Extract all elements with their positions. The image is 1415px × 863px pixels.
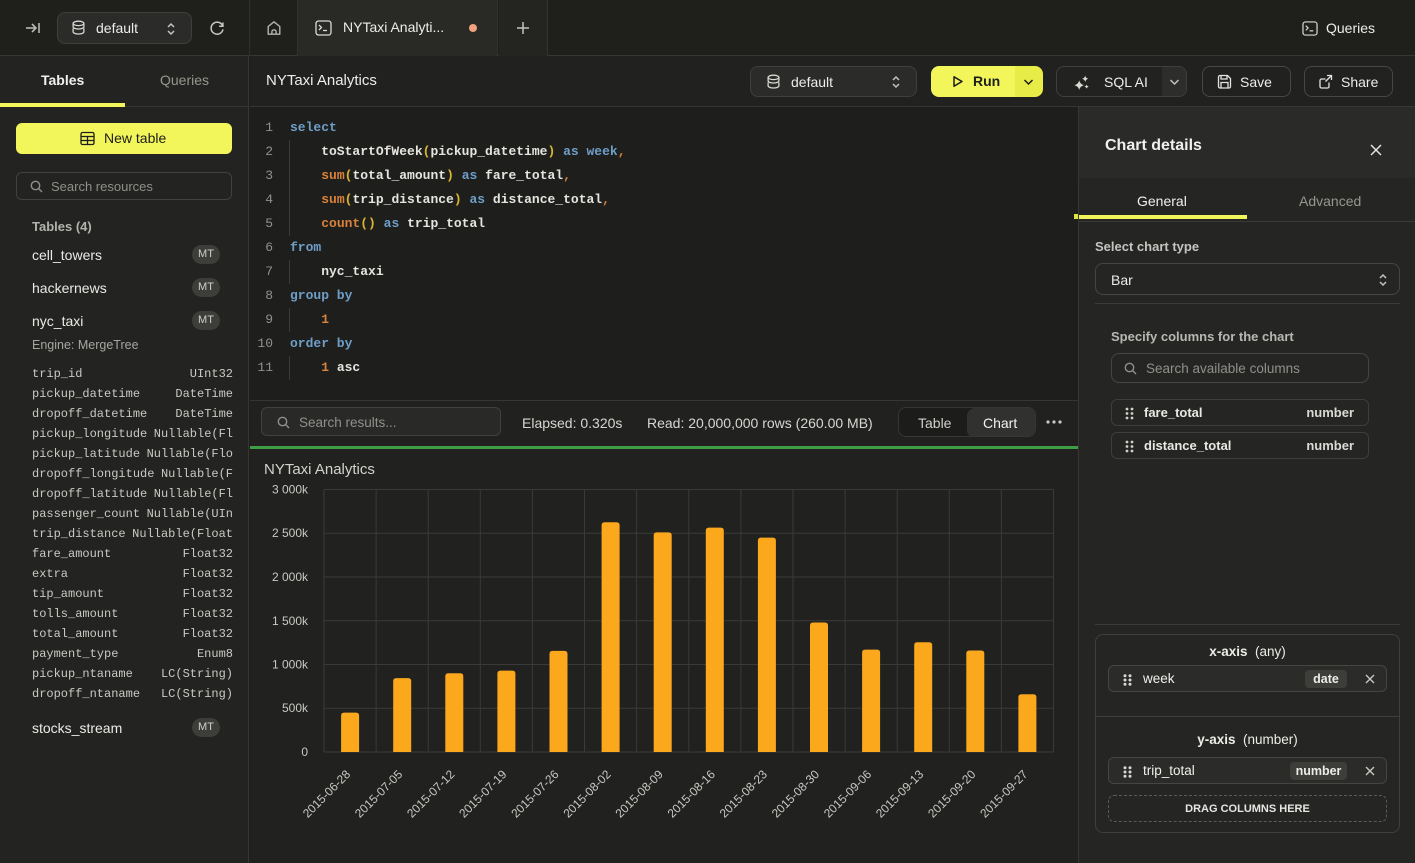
- svg-text:2 000k: 2 000k: [272, 570, 309, 584]
- svg-text:2015-07-05: 2015-07-05: [352, 767, 406, 821]
- svg-text:500k: 500k: [282, 701, 309, 715]
- svg-text:2015-09-06: 2015-09-06: [821, 767, 875, 821]
- svg-text:2015-07-19: 2015-07-19: [456, 767, 510, 821]
- svg-text:2015-07-26: 2015-07-26: [508, 767, 562, 821]
- svg-text:1 000k: 1 000k: [272, 658, 309, 672]
- svg-text:2015-08-23: 2015-08-23: [717, 767, 771, 821]
- svg-text:NYTaxi Analytics: NYTaxi Analytics: [264, 461, 375, 478]
- svg-text:1 500k: 1 500k: [272, 614, 309, 628]
- svg-text:0: 0: [301, 745, 308, 759]
- svg-text:2015-08-30: 2015-08-30: [769, 767, 823, 821]
- svg-text:2015-06-28: 2015-06-28: [300, 767, 354, 821]
- svg-text:2015-08-16: 2015-08-16: [665, 767, 719, 821]
- svg-text:2015-09-27: 2015-09-27: [977, 767, 1031, 821]
- svg-text:3 000k: 3 000k: [272, 483, 309, 497]
- svg-text:2015-08-09: 2015-08-09: [613, 767, 667, 821]
- svg-text:2015-09-13: 2015-09-13: [873, 767, 927, 821]
- svg-text:2 500k: 2 500k: [272, 526, 309, 540]
- svg-text:2015-08-02: 2015-08-02: [560, 767, 614, 821]
- svg-text:2015-09-20: 2015-09-20: [925, 767, 979, 821]
- svg-text:2015-07-12: 2015-07-12: [404, 767, 458, 821]
